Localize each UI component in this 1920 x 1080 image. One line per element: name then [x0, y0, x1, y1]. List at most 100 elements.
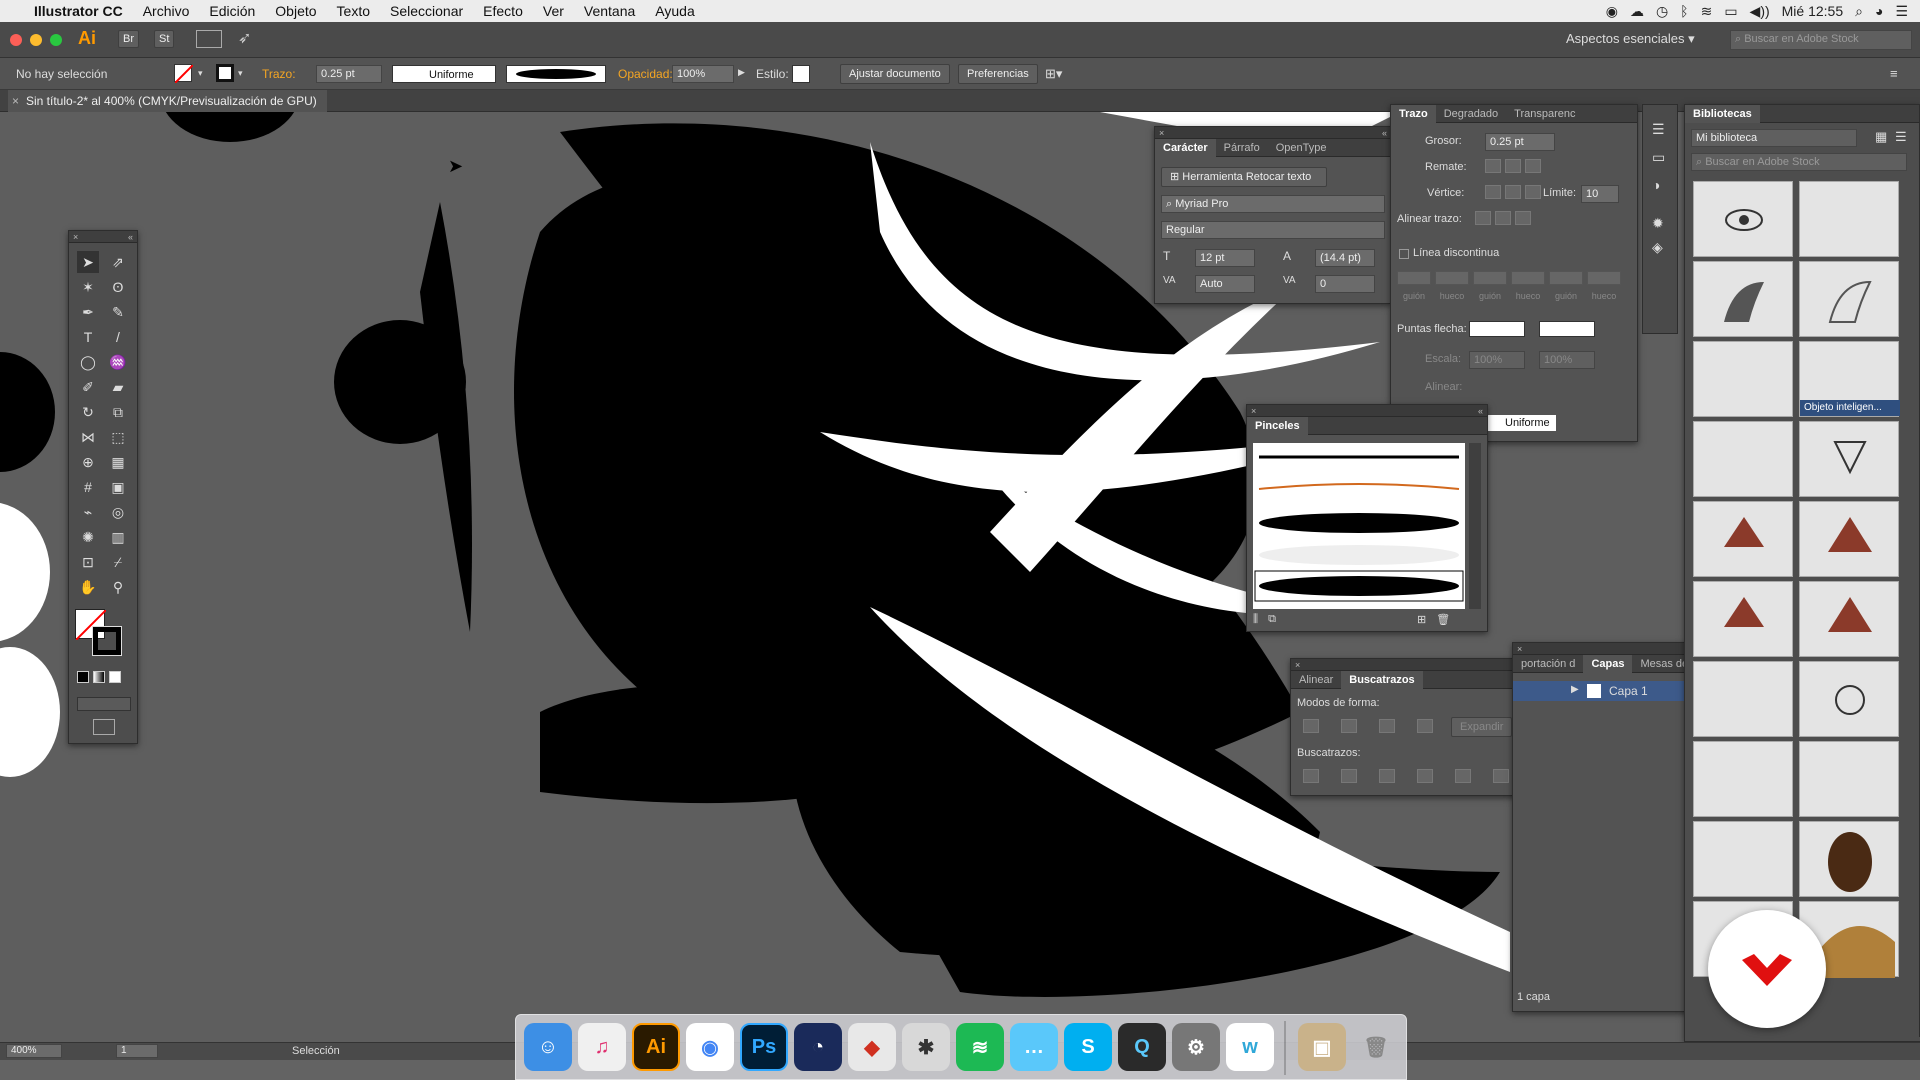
artboard-tool-icon[interactable]: ⊡	[77, 551, 99, 573]
library-item-ornament[interactable]	[1693, 421, 1793, 497]
library-item-stripe[interactable]	[1693, 661, 1793, 737]
magic-wand-tool-icon[interactable]: ✶	[77, 276, 99, 298]
menu-objeto[interactable]: Objeto	[265, 3, 326, 19]
font-size-input[interactable]: 12 pt	[1195, 249, 1255, 267]
minimize-window-icon[interactable]	[30, 34, 42, 46]
stroke-weight-input[interactable]: 0.25 pt	[316, 65, 382, 83]
illustrator-icon[interactable]: Ai	[632, 1023, 680, 1071]
library-item-spade-4[interactable]	[1799, 581, 1899, 657]
round-join-icon[interactable]	[1505, 185, 1521, 199]
layer-name[interactable]: Capa 1	[1609, 684, 1648, 698]
libraries-title[interactable]: Bibliotecas	[1685, 104, 1760, 123]
type-tool-icon[interactable]: T	[77, 326, 99, 348]
tab-trazo[interactable]: Trazo	[1391, 104, 1436, 123]
library-item-triangle[interactable]	[1799, 421, 1899, 497]
tab-exportacion[interactable]: portación d	[1513, 655, 1583, 673]
intersect-icon[interactable]	[1379, 719, 1395, 733]
system-preferences-icon[interactable]: ⚙	[1172, 1023, 1220, 1071]
menu-seleccionar[interactable]: Seleccionar	[380, 3, 473, 19]
end-scale-input[interactable]: 100%	[1539, 351, 1595, 369]
app-menu[interactable]: Illustrator CC	[20, 3, 133, 19]
exclude-icon[interactable]	[1417, 719, 1433, 733]
variable-width-profile[interactable]: Uniforme	[392, 65, 496, 83]
stroke-label[interactable]: Trazo:	[262, 67, 296, 81]
close-panel-icon[interactable]: ×	[1159, 128, 1164, 138]
width-tool-icon[interactable]: ⋈	[77, 426, 99, 448]
gap-field[interactable]	[1435, 271, 1469, 285]
library-item-eye[interactable]	[1693, 181, 1793, 257]
slice-tool-icon[interactable]: ⌿	[107, 551, 129, 573]
collapse-panel-icon[interactable]: «	[128, 232, 133, 242]
projecting-cap-icon[interactable]	[1525, 159, 1541, 173]
workspace-switcher[interactable]: Aspectos esenciales ▾	[1566, 31, 1695, 47]
wunderlist-icon[interactable]: w	[1226, 1023, 1274, 1071]
stroke-color-swatch[interactable]	[92, 626, 122, 656]
zoom-input[interactable]: 400%	[6, 1044, 62, 1058]
tab-degradado[interactable]: Degradado	[1436, 105, 1506, 123]
gap-field[interactable]	[1587, 271, 1621, 285]
direct-selection-tool-icon[interactable]: ⇗	[107, 251, 129, 273]
fill-swatch[interactable]	[174, 64, 194, 84]
perspective-grid-tool-icon[interactable]: ▦	[107, 451, 129, 473]
font-family-input[interactable]: ⌕ Myriad Pro	[1161, 195, 1385, 213]
fill-dropdown-icon[interactable]: ▾	[198, 68, 203, 79]
font-style-select[interactable]: Regular	[1161, 221, 1385, 239]
tab-buscatrazos[interactable]: Buscatrazos	[1341, 670, 1423, 689]
leading-input[interactable]: (14.4 pt)	[1315, 249, 1375, 267]
scale-tool-icon[interactable]: ⧉	[107, 401, 129, 423]
control-menu-icon[interactable]: ≡	[1890, 66, 1898, 81]
brush-library-icon[interactable]: ⫼	[1253, 613, 1258, 626]
menu-icon[interactable]: ☰	[1652, 121, 1665, 138]
trim-icon[interactable]	[1341, 769, 1357, 783]
minus-back-icon[interactable]	[1493, 769, 1509, 783]
tab-caracter[interactable]: Carácter	[1155, 138, 1216, 157]
close-window-icon[interactable]	[10, 34, 22, 46]
expand-button[interactable]: Expandir	[1451, 717, 1513, 737]
library-item-spade-3[interactable]	[1693, 581, 1793, 657]
bevel-join-icon[interactable]	[1525, 185, 1541, 199]
menu-ver[interactable]: Ver	[533, 3, 574, 19]
sun-icon[interactable]: ✹	[1652, 215, 1664, 232]
bluetooth-icon[interactable]: ᛒ	[1680, 3, 1688, 19]
dash-field[interactable]	[1473, 271, 1507, 285]
menu-efecto[interactable]: Efecto	[473, 3, 533, 19]
drawing-modes-icon[interactable]	[77, 697, 131, 711]
volume-icon[interactable]: ◀))	[1750, 3, 1770, 20]
opacity-arrow-icon[interactable]: ▶	[738, 67, 745, 78]
menu-ventana[interactable]: Ventana	[574, 3, 645, 19]
dash-field[interactable]	[1549, 271, 1583, 285]
close-panel-icon[interactable]: ×	[1251, 406, 1256, 416]
library-item-emblem[interactable]	[1799, 661, 1899, 737]
stroke-dropdown-icon[interactable]: ▾	[238, 68, 243, 79]
new-brush-icon[interactable]: ⊞	[1417, 613, 1426, 626]
messages-icon[interactable]: …	[1010, 1023, 1058, 1071]
delete-brush-icon[interactable]: 🗑	[1436, 613, 1450, 626]
library-select[interactable]: Mi biblioteca	[1691, 129, 1857, 147]
butt-cap-icon[interactable]	[1485, 159, 1501, 173]
gradient-mode-icon[interactable]	[93, 671, 105, 683]
tracking-input[interactable]: 0	[1315, 275, 1375, 293]
grid-view-icon[interactable]: ▦	[1875, 129, 1887, 145]
library-item-crow[interactable]	[1693, 261, 1793, 337]
dash-field[interactable]	[1397, 271, 1431, 285]
selection-tool-icon[interactable]: ➤	[77, 251, 99, 273]
bridge-button[interactable]: Br	[118, 30, 139, 48]
align-outside-icon[interactable]	[1515, 211, 1531, 225]
collapse-panel-icon[interactable]: «	[1382, 128, 1387, 138]
menu-edicion[interactable]: Edición	[199, 3, 265, 19]
color-icon[interactable]: ◑	[1652, 177, 1660, 193]
ellipse-tool-icon[interactable]: ◯	[77, 351, 99, 373]
skype-icon[interactable]: S	[1064, 1023, 1112, 1071]
close-panel-icon[interactable]: ×	[1517, 644, 1522, 654]
stock-button[interactable]: St	[154, 30, 175, 48]
stock-search-input[interactable]: ⌕ Buscar en Adobe Stock	[1730, 30, 1912, 50]
library-item-white[interactable]	[1693, 821, 1793, 897]
library-item-crow-outline[interactable]	[1799, 261, 1899, 337]
gradient-tool-icon[interactable]: ▣	[107, 476, 129, 498]
creative-cloud-icon[interactable]: ☁	[1630, 3, 1644, 20]
align-inside-icon[interactable]	[1495, 211, 1511, 225]
library-item-spade[interactable]	[1693, 501, 1793, 577]
opacity-label[interactable]: Opacidad:	[618, 67, 673, 81]
mesh-tool-icon[interactable]: #	[77, 476, 99, 498]
tab-pinceles[interactable]: Pinceles	[1247, 416, 1308, 435]
